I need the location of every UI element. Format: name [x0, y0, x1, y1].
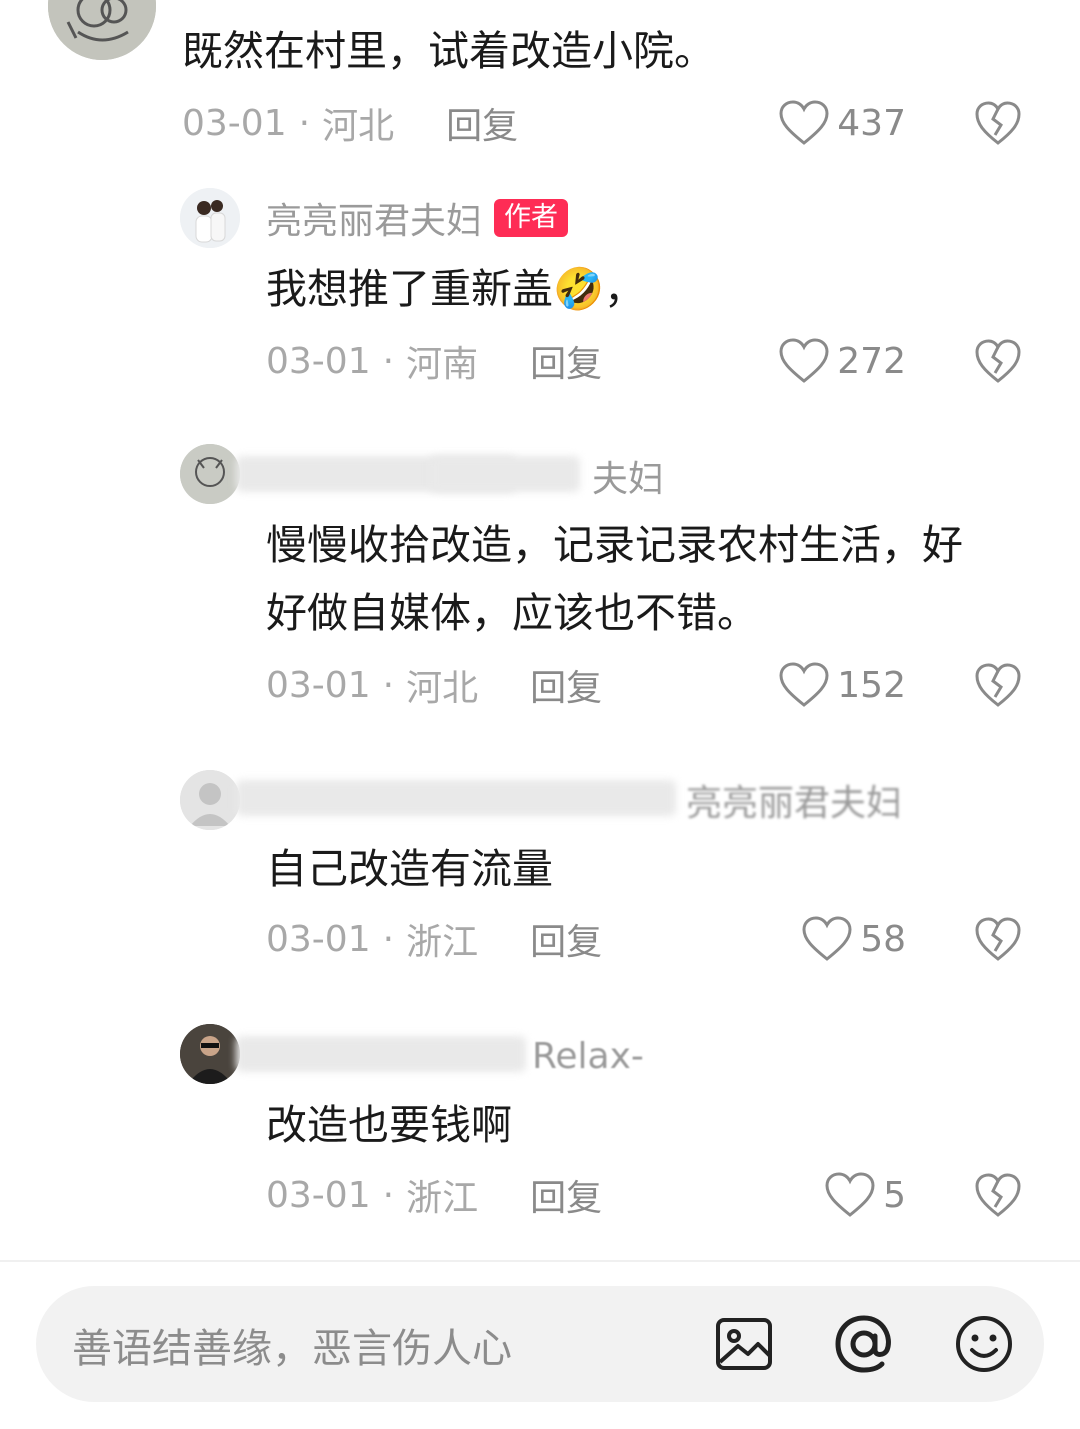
comment-date: 03-01	[266, 340, 371, 382]
heart-icon	[802, 916, 852, 961]
comment-date: 03-01	[266, 918, 371, 960]
comment-location: 河北	[406, 668, 479, 709]
comment-meta: 03-01 · 浙江 回复	[266, 914, 602, 964]
avatar-couple-icon	[180, 188, 240, 248]
comment-header: Relax-	[532, 1034, 644, 1078]
broken-heart-icon[interactable]	[974, 915, 1022, 963]
avatar-sketch-icon	[180, 444, 240, 504]
comment-meta: 03-01 · 河北 回复	[266, 660, 602, 710]
comment-date: 03-01	[182, 102, 287, 144]
blurred-username	[236, 780, 676, 816]
comment-location: 河南	[406, 344, 479, 385]
meta-separator: ·	[382, 918, 395, 960]
comment-text: 自己改造有流量	[266, 845, 553, 893]
username[interactable]: Relax-	[532, 1036, 644, 1077]
like-count: 272	[837, 340, 906, 382]
heart-icon	[779, 338, 829, 383]
at-icon[interactable]	[832, 1312, 896, 1376]
meta-separator: ·	[298, 102, 311, 144]
avatar[interactable]	[48, 0, 156, 60]
comment-text: 好做自媒体，应该也不错。	[266, 589, 758, 637]
username[interactable]: 夫妇	[592, 450, 664, 502]
reply-button[interactable]: 回复	[530, 659, 602, 711]
author-badge: 作者	[494, 199, 569, 237]
broken-heart-icon[interactable]	[974, 1171, 1022, 1219]
like-button[interactable]: 437	[706, 98, 906, 148]
blurred-username	[430, 456, 580, 492]
like-button[interactable]: 152	[706, 660, 906, 710]
reply-button[interactable]: 回复	[530, 335, 602, 387]
comment-date: 03-01	[266, 664, 371, 706]
comment-text: 改造也要钱啊	[266, 1101, 512, 1149]
like-count: 437	[837, 102, 906, 144]
meta-separator: ·	[382, 664, 395, 706]
like-button[interactable]: 272	[706, 336, 906, 386]
comment-meta: 03-01 · 河北 回复	[182, 98, 518, 148]
image-icon[interactable]	[712, 1312, 776, 1376]
avatar[interactable]	[180, 444, 240, 504]
comment-location: 浙江	[406, 1178, 479, 1219]
username[interactable]: 亮亮丽君夫妇	[266, 192, 482, 244]
meta-separator: ·	[382, 1174, 395, 1216]
comment-header: 亮亮丽君夫妇	[686, 778, 902, 824]
comment-text: 既然在村里，试着改造小院。	[182, 27, 715, 75]
comment-text: 慢慢收拾改造，记录记录农村生活，好	[266, 521, 963, 569]
heart-icon	[779, 662, 829, 707]
avatar[interactable]	[180, 770, 240, 830]
comment-meta: 03-01 · 浙江 回复	[266, 1170, 602, 1220]
avatar[interactable]	[180, 188, 240, 248]
like-button[interactable]: 5	[706, 1170, 906, 1220]
username[interactable]: 亮亮丽君夫妇	[686, 774, 902, 826]
divider	[0, 1260, 1080, 1262]
comment-location: 河北	[322, 106, 395, 147]
emoji-icon[interactable]	[952, 1312, 1016, 1376]
broken-heart-icon[interactable]	[974, 337, 1022, 385]
comment-date: 03-01	[266, 1174, 371, 1216]
like-count: 5	[883, 1174, 906, 1216]
comment-input-placeholder: 善语结善缘，恶言伤人心	[72, 1326, 512, 1372]
broken-heart-icon[interactable]	[974, 99, 1022, 147]
comment-header: 夫妇	[592, 454, 664, 500]
comment-input[interactable]: 善语结善缘，恶言伤人心	[36, 1286, 1044, 1402]
avatar-man-icon	[180, 1024, 240, 1084]
like-button[interactable]: 58	[706, 914, 906, 964]
reply-button[interactable]: 回复	[530, 913, 602, 965]
avatar[interactable]	[180, 1024, 240, 1084]
avatar-sketch-icon	[48, 0, 156, 60]
comment-location: 浙江	[406, 922, 479, 963]
comment-meta: 03-01 · 河南 回复	[266, 336, 602, 386]
heart-icon	[825, 1172, 875, 1217]
reply-button[interactable]: 回复	[446, 97, 518, 149]
like-count: 58	[860, 918, 906, 960]
default-user-icon	[180, 770, 240, 830]
blurred-username	[236, 1036, 526, 1072]
reply-button[interactable]: 回复	[530, 1169, 602, 1221]
heart-icon	[779, 100, 829, 145]
like-count: 152	[837, 664, 906, 706]
comment-header: 亮亮丽君夫妇 作者	[266, 196, 569, 242]
comment-text: 我想推了重新盖🤣，	[266, 265, 646, 313]
broken-heart-icon[interactable]	[974, 661, 1022, 709]
meta-separator: ·	[382, 340, 395, 382]
